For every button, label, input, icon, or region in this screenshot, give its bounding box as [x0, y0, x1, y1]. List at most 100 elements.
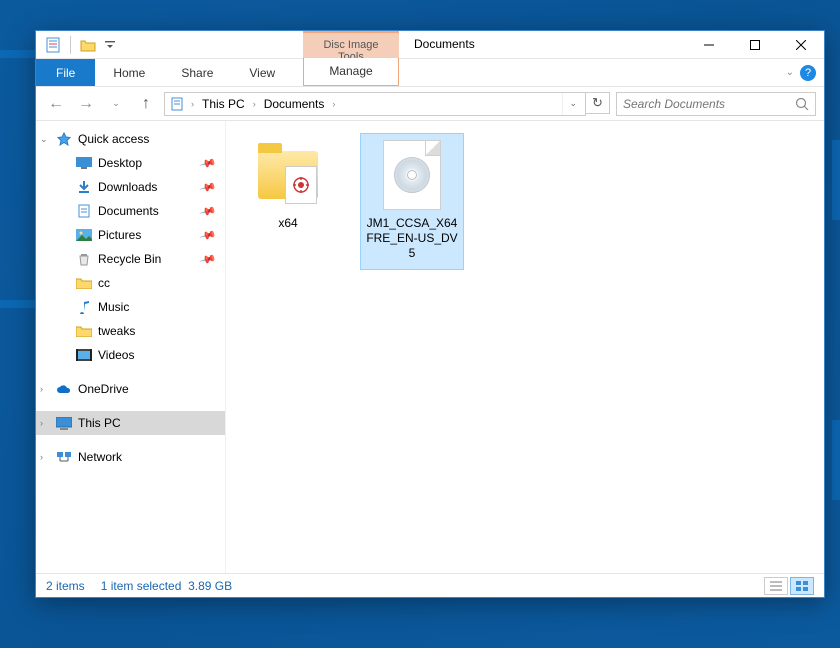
nav-label: Recycle Bin [98, 252, 161, 266]
desktop-decoration [0, 300, 35, 308]
nav-label: Quick access [78, 132, 149, 146]
refresh-button[interactable]: ↻ [586, 92, 610, 114]
nav-label: Network [78, 450, 122, 464]
explorer-window: Disc Image Tools Manage Documents File H… [35, 30, 825, 598]
nav-label: tweaks [98, 324, 135, 338]
search-box[interactable] [616, 92, 816, 116]
recycle-icon [76, 251, 92, 267]
content-pane[interactable]: x64 JM1_CCSA_X64FRE_EN-US_DV5 [226, 121, 824, 573]
nav-onedrive[interactable]: › OneDrive [36, 377, 225, 401]
expand-icon[interactable]: › [40, 452, 43, 462]
nav-item-videos[interactable]: Videos [36, 343, 225, 367]
nav-item-pictures[interactable]: Pictures 📌 [36, 223, 225, 247]
status-item-count: 2 items [46, 579, 85, 593]
status-selection: 1 item selected 3.89 GB [101, 579, 232, 593]
nav-item-recycle-bin[interactable]: Recycle Bin 📌 [36, 247, 225, 271]
nav-item-documents[interactable]: Documents 📌 [36, 199, 225, 223]
nav-label: cc [98, 276, 110, 290]
nav-item-tweaks[interactable]: tweaks [36, 319, 225, 343]
folder-item-x64[interactable]: x64 [236, 133, 340, 239]
pin-icon: 📌 [199, 226, 217, 244]
nav-thispc[interactable]: › This PC [36, 411, 225, 435]
breadcrumb-chevron-icon[interactable]: › [249, 99, 260, 109]
search-input[interactable] [623, 97, 795, 111]
up-button[interactable]: ↑ [134, 92, 158, 116]
desktop-icon [76, 155, 92, 171]
nav-item-downloads[interactable]: Downloads 📌 [36, 175, 225, 199]
documents-icon [167, 97, 187, 111]
desktop-decoration [832, 140, 840, 220]
forward-button[interactable]: → [74, 92, 98, 116]
nav-network[interactable]: › Network [36, 445, 225, 469]
window-controls [686, 31, 824, 59]
nav-label: Desktop [98, 156, 142, 170]
breadcrumb-thispc[interactable]: This PC [198, 95, 249, 113]
nav-label: Downloads [98, 180, 157, 194]
videos-icon [76, 347, 92, 363]
item-label: x64 [241, 216, 335, 230]
navigation-pane: ⌄ Quick access Desktop 📌 Downloads 📌 Doc… [36, 121, 226, 573]
desktop-decoration [832, 420, 840, 500]
file-item-iso[interactable]: JM1_CCSA_X64FRE_EN-US_DV5 [360, 133, 464, 270]
recent-locations-icon[interactable]: ⌄ [104, 92, 128, 116]
nav-label: This PC [78, 416, 121, 430]
separator [70, 36, 71, 54]
details-view-button[interactable] [764, 577, 788, 595]
breadcrumb-chevron-icon[interactable]: › [187, 99, 198, 109]
qat-dropdown-icon[interactable] [101, 34, 119, 56]
nav-label: Videos [98, 348, 134, 362]
expand-ribbon-icon[interactable]: ⌄ [786, 67, 794, 78]
icons-view-button[interactable] [790, 577, 814, 595]
music-icon [76, 299, 92, 315]
onedrive-icon [56, 381, 72, 397]
breadcrumb-chevron-icon[interactable]: › [328, 99, 339, 109]
tab-view[interactable]: View [231, 59, 293, 86]
nav-quick-access[interactable]: ⌄ Quick access [36, 127, 225, 151]
help-icon[interactable]: ? [800, 65, 816, 81]
window-title: Documents [414, 37, 475, 51]
collapse-icon[interactable]: ⌄ [40, 134, 48, 145]
nav-item-cc[interactable]: cc [36, 271, 225, 295]
breadcrumb-documents[interactable]: Documents [260, 95, 329, 113]
tab-home[interactable]: Home [95, 59, 163, 86]
pin-icon: 📌 [199, 178, 217, 196]
item-label: JM1_CCSA_X64FRE_EN-US_DV5 [365, 216, 459, 261]
nav-label: Music [98, 300, 129, 314]
properties-icon[interactable] [44, 34, 62, 56]
network-icon [56, 449, 72, 465]
expand-icon[interactable]: › [40, 384, 43, 394]
minimize-button[interactable] [686, 31, 732, 59]
address-history-dropdown-icon[interactable]: ⌄ [562, 93, 583, 115]
downloads-icon [76, 179, 92, 195]
tab-share[interactable]: Share [163, 59, 231, 86]
body: ⌄ Quick access Desktop 📌 Downloads 📌 Doc… [36, 121, 824, 573]
status-bar: 2 items 1 item selected 3.89 GB [36, 573, 824, 597]
nav-item-desktop[interactable]: Desktop 📌 [36, 151, 225, 175]
thispc-icon [56, 415, 72, 431]
folder-icon [76, 275, 92, 291]
tab-manage[interactable]: Manage [303, 58, 399, 86]
folder-icon [76, 323, 92, 339]
address-bar[interactable]: › This PC › Documents › ⌄ [164, 92, 586, 116]
expand-icon[interactable]: › [40, 418, 43, 428]
pin-icon: 📌 [199, 202, 217, 220]
new-folder-icon[interactable] [79, 34, 97, 56]
tab-file[interactable]: File [36, 59, 95, 86]
close-button[interactable] [778, 31, 824, 59]
ribbon-tabs: File Home Share View ⌄ ? [36, 59, 824, 87]
nav-label: Pictures [98, 228, 141, 242]
nav-label: Documents [98, 204, 159, 218]
folder-icon [253, 140, 323, 210]
address-row: ← → ⌄ ↑ › This PC › Documents › ⌄ ↻ [36, 87, 824, 121]
back-button[interactable]: ← [44, 92, 68, 116]
pin-icon: 📌 [199, 154, 217, 172]
disc-image-icon [377, 140, 447, 210]
pictures-icon [76, 227, 92, 243]
star-icon [56, 131, 72, 147]
documents-icon [76, 203, 92, 219]
nav-item-music[interactable]: Music [36, 295, 225, 319]
search-icon[interactable] [795, 97, 809, 111]
pin-icon: 📌 [199, 250, 217, 268]
quick-access-toolbar [36, 31, 119, 58]
maximize-button[interactable] [732, 31, 778, 59]
